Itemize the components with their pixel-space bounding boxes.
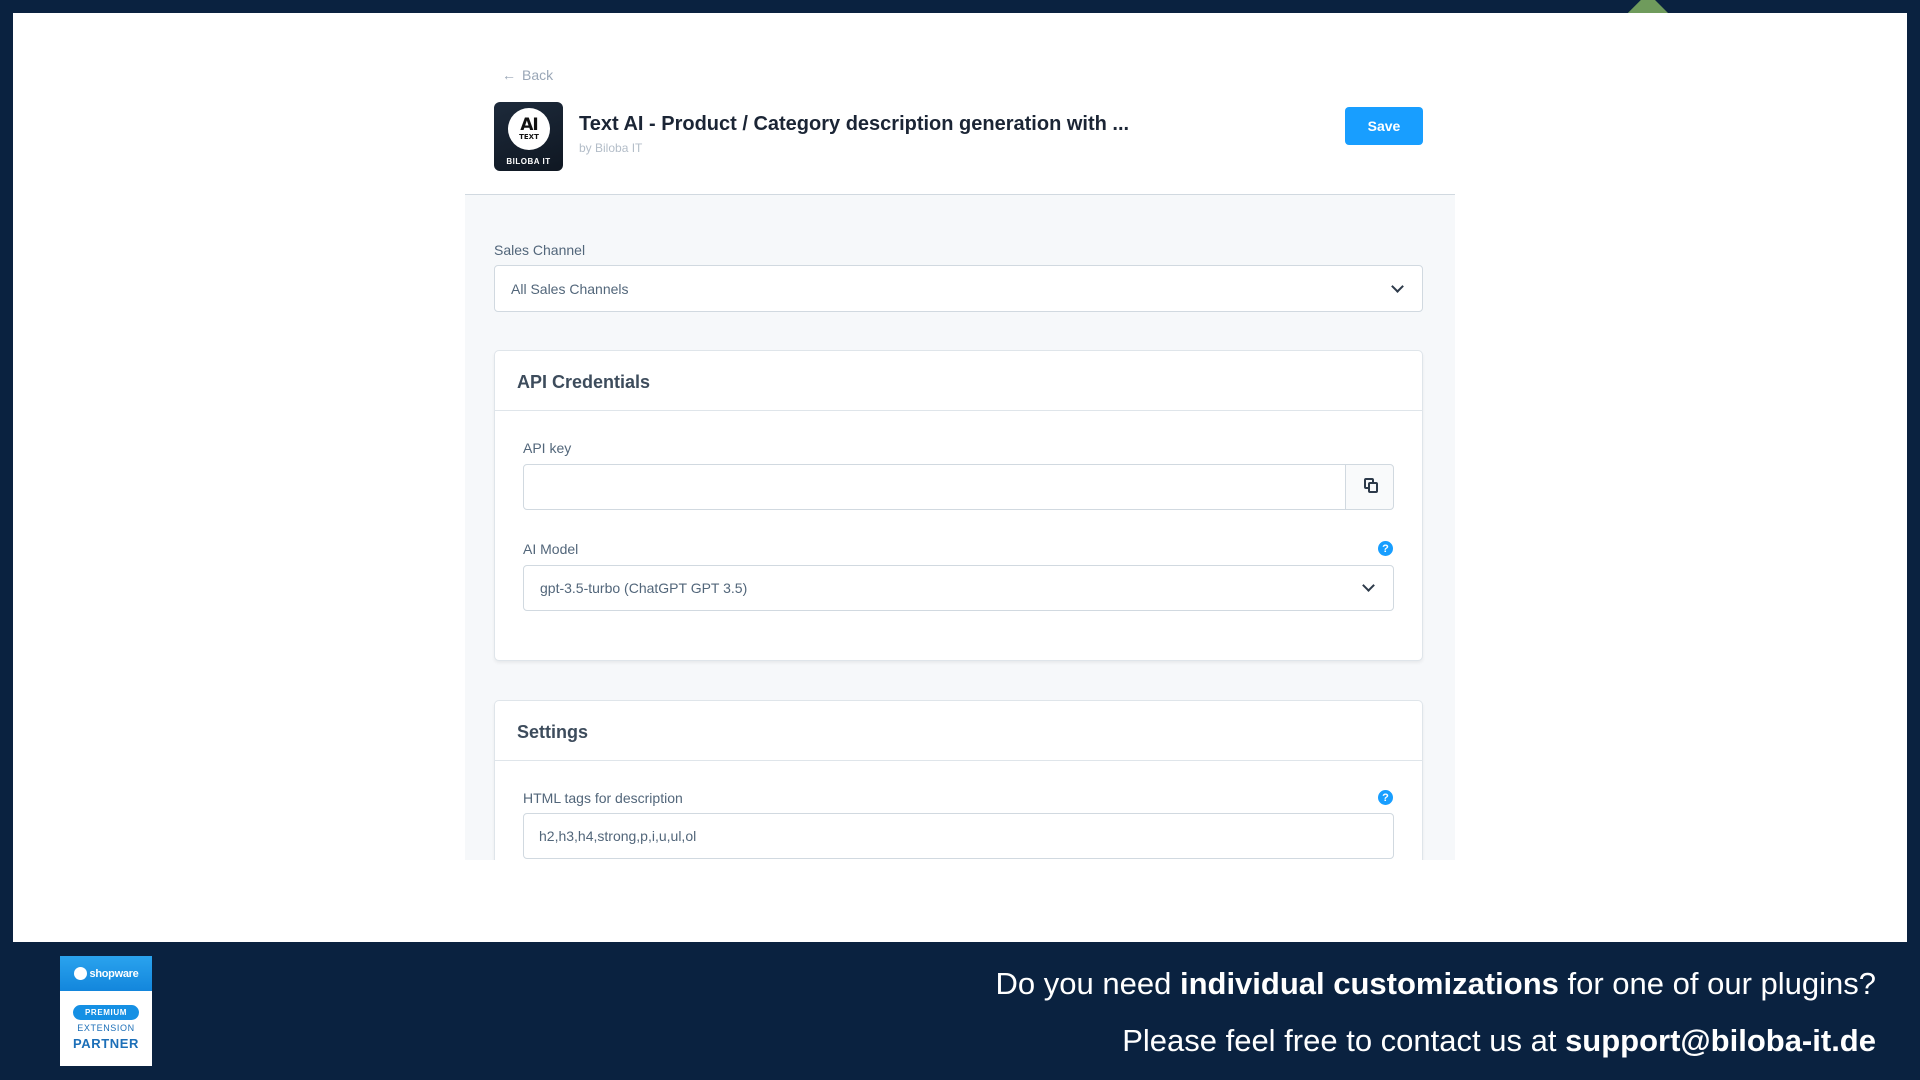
chevron-down-icon (1362, 579, 1375, 592)
api-key-label: API key (523, 440, 572, 456)
chevron-down-icon (1391, 279, 1404, 293)
badge-tier: PREMIUM (73, 1005, 139, 1020)
settings-title: Settings (517, 722, 589, 742)
shopware-logo-icon (73, 967, 87, 980)
header-divider (465, 194, 1455, 195)
logo-text-label: TEXT (519, 132, 539, 141)
app-vendor: by Biloba IT (579, 141, 643, 155)
back-link[interactable]: ← Back (502, 67, 553, 83)
ai-model-label: AI Model (523, 541, 579, 557)
help-icon[interactable]: ? (1378, 541, 1393, 556)
sales-channel-select[interactable]: All Sales Channels (494, 265, 1423, 312)
copy-button[interactable] (1345, 464, 1394, 510)
badge-header: shopware (60, 956, 152, 991)
ai-model-select[interactable]: gpt-3.5-turbo (ChatGPT GPT 3.5) (523, 565, 1394, 611)
sales-channel-value: All Sales Channels (511, 280, 629, 297)
card-header: Settings (495, 701, 1422, 761)
footer-line2-pre: Please feel free to contact us at (1122, 1023, 1566, 1058)
shopware-partner-badge: shopware PREMIUM EXTENSION PARTNER (60, 956, 152, 1066)
save-button[interactable]: Save (1345, 107, 1423, 145)
footer-line-1: Do you need individual customizations fo… (996, 966, 1876, 1002)
footer-line1-pre: Do you need (995, 966, 1180, 1001)
ai-model-value: gpt-3.5-turbo (ChatGPT GPT 3.5) (540, 580, 748, 596)
back-label: Back (522, 67, 554, 83)
app-logo: AI TEXT BILOBA IT (494, 102, 563, 171)
support-email[interactable]: support@biloba-it.de (1565, 1023, 1876, 1058)
badge-brand: shopware (89, 967, 139, 980)
footer-line1-bold: individual customizations (1179, 966, 1559, 1001)
help-icon[interactable]: ? (1378, 790, 1393, 805)
content-crop (465, 860, 1455, 942)
logo-ai-text: AI (520, 114, 539, 135)
logo-brand: BILOBA IT (506, 157, 551, 166)
api-credentials-title: API Credentials (517, 372, 651, 392)
html-tags-label: HTML tags for description (523, 790, 683, 806)
footer-line-2: Please feel free to contact us at suppor… (1122, 1023, 1876, 1059)
app-title: Text AI - Product / Category description… (579, 113, 1130, 135)
arrow-left-icon: ← (502, 67, 516, 83)
footer-line1-post: for one of our plugins? (1558, 966, 1877, 1001)
badge-line3: PARTNER (72, 1036, 140, 1051)
sales-channel-label: Sales Channel (494, 242, 586, 258)
badge-line2: EXTENSION (77, 1023, 135, 1033)
card-header: API Credentials (495, 351, 1422, 411)
copy-icon-front (1368, 482, 1378, 493)
logo-badge: AI TEXT (508, 108, 550, 150)
api-key-input[interactable] (523, 464, 1346, 510)
html-tags-input[interactable]: h2,h3,h4,strong,p,i,u,ul,ol (523, 813, 1394, 859)
